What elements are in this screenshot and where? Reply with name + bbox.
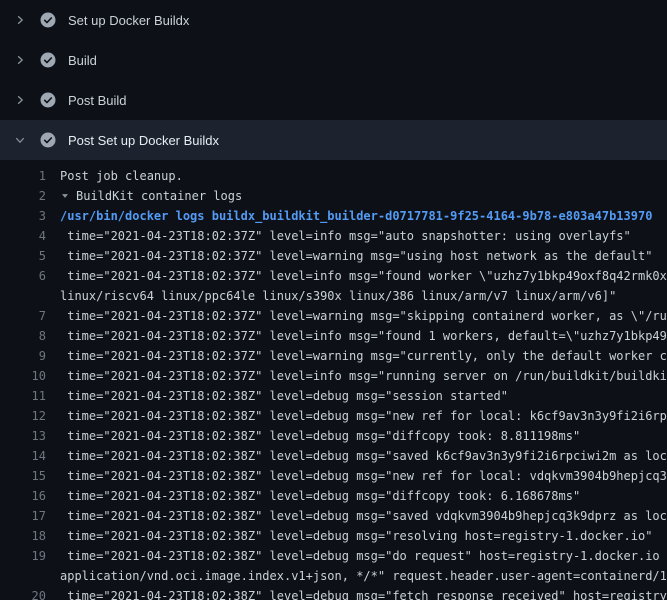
line-number[interactable]: 5 xyxy=(0,246,46,266)
log-line: 3/usr/bin/docker logs buildx_buildkit_bu… xyxy=(0,206,667,226)
line-number[interactable]: 7 xyxy=(0,306,46,326)
line-number[interactable]: 8 xyxy=(0,326,46,346)
log-text: time="2021-04-23T18:02:38Z" level=debug … xyxy=(60,426,580,446)
line-number xyxy=(0,566,46,586)
log-text: application/vnd.oci.image.index.v1+json,… xyxy=(60,566,667,586)
log-text: time="2021-04-23T18:02:38Z" level=debug … xyxy=(60,586,667,600)
log-group-toggle[interactable]: BuildKit container logs xyxy=(60,186,242,206)
chevron-down-icon[interactable] xyxy=(12,134,28,146)
line-number[interactable]: 2 xyxy=(0,186,46,206)
log-text: time="2021-04-23T18:02:38Z" level=debug … xyxy=(60,386,508,406)
log-line: 10 time="2021-04-23T18:02:37Z" level=inf… xyxy=(0,366,667,386)
log-command-text: /usr/bin/docker logs buildx_buildkit_bui… xyxy=(60,206,652,226)
line-number[interactable]: 15 xyxy=(0,466,46,486)
log-line: 12 time="2021-04-23T18:02:38Z" level=deb… xyxy=(0,406,667,426)
line-number[interactable]: 19 xyxy=(0,546,46,566)
line-number[interactable]: 9 xyxy=(0,346,46,366)
log-text: time="2021-04-23T18:02:38Z" level=debug … xyxy=(60,546,667,566)
actions-log-viewer: Set up Docker Buildx Build Post Build Post … xyxy=(0,0,667,600)
log-text: time="2021-04-23T18:02:37Z" level=info m… xyxy=(60,266,667,286)
log-line: 1 Post job cleanup. xyxy=(0,166,667,186)
chevron-right-icon[interactable] xyxy=(12,94,28,106)
log-line: 16 time="2021-04-23T18:02:38Z" level=deb… xyxy=(0,486,667,506)
chevron-right-icon[interactable] xyxy=(12,14,28,26)
log-line: 2 BuildKit container logs xyxy=(0,186,667,206)
log-text: time="2021-04-23T18:02:37Z" level=info m… xyxy=(60,366,667,386)
chevron-right-icon[interactable] xyxy=(12,54,28,66)
line-number[interactable]: 14 xyxy=(0,446,46,466)
log-text: time="2021-04-23T18:02:38Z" level=debug … xyxy=(60,506,667,526)
step-header-build[interactable]: Build xyxy=(0,40,667,80)
check-circle-icon xyxy=(40,92,56,108)
log-line: 20 time="2021-04-23T18:02:38Z" level=deb… xyxy=(0,586,667,600)
log-text: time="2021-04-23T18:02:38Z" level=debug … xyxy=(60,526,652,546)
line-number xyxy=(0,286,46,306)
line-number[interactable]: 12 xyxy=(0,406,46,426)
log-text: time="2021-04-23T18:02:37Z" level=info m… xyxy=(60,226,631,246)
log-line: 8 time="2021-04-23T18:02:37Z" level=info… xyxy=(0,326,667,346)
check-circle-icon xyxy=(40,52,56,68)
line-number[interactable]: 16 xyxy=(0,486,46,506)
log-line: 7 time="2021-04-23T18:02:37Z" level=warn… xyxy=(0,306,667,326)
log-line: 11 time="2021-04-23T18:02:38Z" level=deb… xyxy=(0,386,667,406)
log-text: time="2021-04-23T18:02:38Z" level=debug … xyxy=(60,466,667,486)
step-header-post-set-up-docker-buildx[interactable]: Post Set up Docker Buildx xyxy=(0,120,667,160)
line-number[interactable]: 10 xyxy=(0,366,46,386)
log-text: time="2021-04-23T18:02:37Z" level=info m… xyxy=(60,326,667,346)
log-text: Post job cleanup. xyxy=(60,166,183,186)
log-line: 15 time="2021-04-23T18:02:38Z" level=deb… xyxy=(0,466,667,486)
log-text: time="2021-04-23T18:02:37Z" level=warnin… xyxy=(60,306,667,326)
log-text: linux/riscv64 linux/ppc64le linux/s390x … xyxy=(60,286,616,306)
log-line: 13 time="2021-04-23T18:02:38Z" level=deb… xyxy=(0,426,667,446)
line-number[interactable]: 1 xyxy=(0,166,46,186)
step-label: Set up Docker Buildx xyxy=(68,13,189,28)
log-line: 4 time="2021-04-23T18:02:37Z" level=info… xyxy=(0,226,667,246)
line-number[interactable]: 6 xyxy=(0,266,46,286)
step-header-set-up-docker-buildx[interactable]: Set up Docker Buildx xyxy=(0,0,667,40)
log-line: application/vnd.oci.image.index.v1+json,… xyxy=(0,566,667,586)
line-number[interactable]: 17 xyxy=(0,506,46,526)
log-line: 6 time="2021-04-23T18:02:37Z" level=info… xyxy=(0,266,667,286)
log-text: time="2021-04-23T18:02:38Z" level=debug … xyxy=(60,406,667,426)
step-label: Build xyxy=(68,53,97,68)
step-label: Post Set up Docker Buildx xyxy=(68,133,219,148)
step-list: Set up Docker Buildx Build Post Build Post … xyxy=(0,0,667,160)
log-text: time="2021-04-23T18:02:38Z" level=debug … xyxy=(60,486,580,506)
line-number[interactable]: 20 xyxy=(0,586,46,600)
log-line: 14 time="2021-04-23T18:02:38Z" level=deb… xyxy=(0,446,667,466)
log-group-label: BuildKit container logs xyxy=(76,186,242,206)
log-line: 5 time="2021-04-23T18:02:37Z" level=warn… xyxy=(0,246,667,266)
check-circle-icon xyxy=(40,12,56,28)
triangle-down-icon xyxy=(60,191,70,201)
line-number[interactable]: 4 xyxy=(0,226,46,246)
log-lines: 1 Post job cleanup. 2 BuildKit container lo… xyxy=(0,160,667,600)
log-text: time="2021-04-23T18:02:38Z" level=debug … xyxy=(60,446,667,466)
log-line: 9 time="2021-04-23T18:02:37Z" level=warn… xyxy=(0,346,667,366)
line-number[interactable]: 11 xyxy=(0,386,46,406)
line-number[interactable]: 3 xyxy=(0,206,46,226)
step-header-post-build[interactable]: Post Build xyxy=(0,80,667,120)
log-text: time="2021-04-23T18:02:37Z" level=warnin… xyxy=(60,246,652,266)
line-number[interactable]: 18 xyxy=(0,526,46,546)
step-label: Post Build xyxy=(68,93,127,108)
log-text: time="2021-04-23T18:02:37Z" level=warnin… xyxy=(60,346,667,366)
line-number[interactable]: 13 xyxy=(0,426,46,446)
log-line: 18 time="2021-04-23T18:02:38Z" level=deb… xyxy=(0,526,667,546)
log-line: linux/riscv64 linux/ppc64le linux/s390x … xyxy=(0,286,667,306)
log-line: 17 time="2021-04-23T18:02:38Z" level=deb… xyxy=(0,506,667,526)
log-line: 19 time="2021-04-23T18:02:38Z" level=deb… xyxy=(0,546,667,566)
check-circle-icon xyxy=(40,132,56,148)
